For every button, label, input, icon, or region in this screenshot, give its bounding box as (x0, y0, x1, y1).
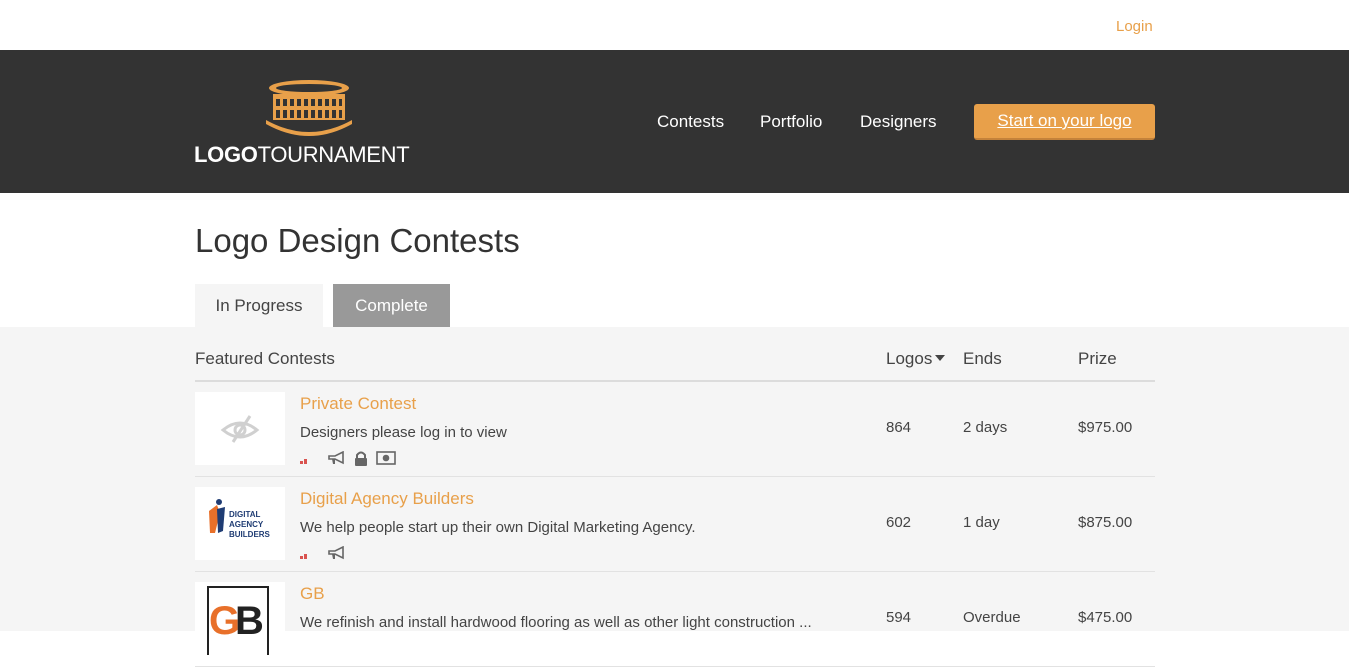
contest-description: We refinish and install hardwood floorin… (300, 614, 812, 631)
contest-title[interactable]: Private Contest (300, 394, 416, 414)
login-link[interactable]: Login (1116, 18, 1153, 35)
contest-prize: $975.00 (1078, 419, 1133, 436)
contest-ends: Overdue (963, 609, 1021, 626)
contest-thumbnail-digital-agency[interactable]: DIGITAL AGENCY BUILDERS (195, 487, 285, 560)
page-title: Logo Design Contests (195, 222, 520, 259)
contest-row[interactable]: Private Contest Designers please log in … (195, 382, 1155, 477)
money-icon (376, 451, 396, 470)
hidden-eye-icon (220, 415, 260, 443)
contest-row[interactable]: G B GB We refinish and install hardwood … (195, 572, 1155, 667)
contest-description: We help people start up their own Digita… (300, 519, 696, 536)
contest-ends: 2 days (963, 419, 1008, 436)
column-header-logos-label: Logos (886, 349, 933, 368)
logo-wordmark-bold: LOGO (194, 142, 258, 167)
contest-description: Designers please log in to view (300, 424, 507, 441)
nav-contests[interactable]: Contests (657, 112, 724, 132)
megaphone-icon (328, 545, 346, 565)
megaphone-icon (328, 450, 346, 470)
digital-agency-builders-logo: DIGITAL AGENCY BUILDERS (209, 499, 271, 539)
logo-wordmark: LOGOTOURNAMENT (194, 142, 410, 168)
contest-row[interactable]: DIGITAL AGENCY BUILDERS Digital Agency B… (195, 477, 1155, 572)
contest-title[interactable]: GB (300, 584, 325, 604)
nav-portfolio[interactable]: Portfolio (760, 112, 822, 132)
column-header-featured: Featured Contests (195, 349, 335, 368)
thumb-text-digital: DIGITAL (229, 510, 261, 519)
contest-title[interactable]: Digital Agency Builders (300, 489, 474, 509)
site-header: LOGOTOURNAMENT Contests Portfolio Design… (0, 50, 1349, 193)
contest-logo-count: 594 (886, 609, 912, 626)
site-logo[interactable]: LOGOTOURNAMENT (194, 78, 424, 168)
sort-desc-icon (935, 355, 946, 361)
start-logo-button[interactable]: Start on your logo (974, 104, 1155, 140)
thumb-text-agency: AGENCY (229, 520, 264, 529)
contest-thumbnail-gb[interactable]: G B (195, 582, 285, 655)
bars-icon (300, 451, 310, 469)
thumb-text-b: B (235, 599, 264, 643)
logo-wordmark-rest: TOURNAMENT (257, 142, 410, 167)
column-header-prize: Prize (1078, 349, 1117, 368)
topbar: Login (0, 0, 1366, 50)
colosseum-logo-icon (266, 80, 352, 136)
column-header-ends: Ends (963, 349, 1002, 368)
contests-list: Featured Contests Logos Ends Prize Priva… (0, 327, 1349, 667)
lock-icon (354, 451, 368, 471)
gb-logo: G B (207, 586, 269, 655)
contest-thumbnail-private[interactable] (195, 392, 285, 465)
contest-logo-count: 602 (886, 514, 912, 531)
bars-icon (300, 546, 310, 564)
contest-logo-count: 864 (886, 419, 912, 436)
contest-prize: $875.00 (1078, 514, 1133, 531)
contest-ends: 1 day (963, 514, 1000, 531)
nav-designers[interactable]: Designers (860, 112, 937, 132)
tab-in-progress[interactable]: In Progress (195, 284, 323, 327)
contest-prize: $475.00 (1078, 609, 1133, 626)
column-header-logos[interactable]: Logos (886, 349, 946, 369)
thumb-text-builders: BUILDERS (229, 530, 271, 539)
tab-complete[interactable]: Complete (333, 284, 450, 327)
